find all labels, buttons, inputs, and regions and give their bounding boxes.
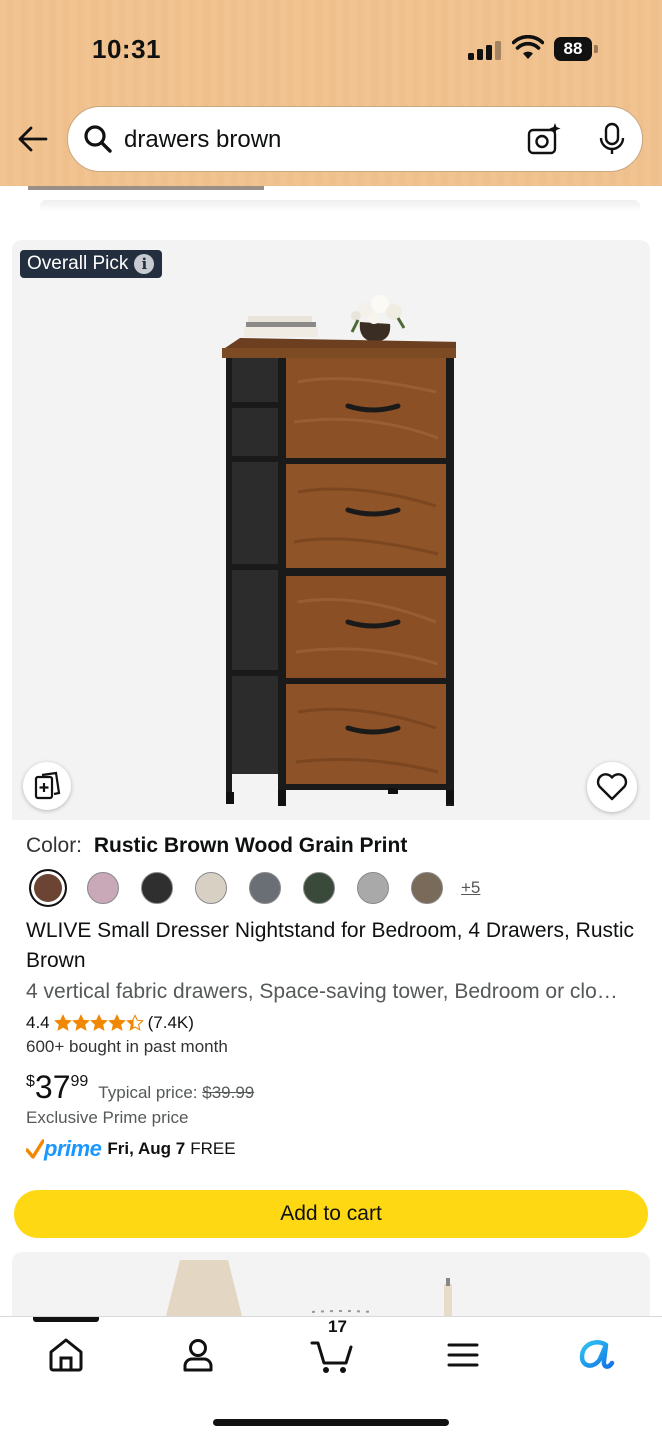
star-icon	[89, 1014, 108, 1031]
color-selection: Color: Rustic Brown Wood Grain Print	[26, 834, 407, 858]
product-image-area[interactable]: Overall Pick i	[12, 240, 650, 820]
swatch[interactable]	[141, 872, 173, 904]
star-icon	[107, 1014, 126, 1031]
info-icon[interactable]: i	[134, 254, 155, 274]
swatch[interactable]	[87, 872, 119, 904]
add-to-cart-button[interactable]: Add to cart	[14, 1190, 648, 1238]
product-title[interactable]: WLIVE Small Dresser Nightstand for Bedro…	[26, 916, 642, 976]
compare-icon	[34, 771, 61, 800]
previous-result-edge	[28, 186, 264, 190]
swatch[interactable]	[249, 872, 281, 904]
product-image[interactable]	[208, 292, 456, 810]
swatch[interactable]	[195, 872, 227, 904]
swatch[interactable]	[303, 872, 335, 904]
cart-count: 17	[328, 1317, 347, 1336]
star-icon	[71, 1014, 90, 1031]
price: $ 37 99 Typical price: $39.99	[26, 1068, 254, 1108]
typical-price-label: Typical price:	[98, 1083, 198, 1102]
account-icon[interactable]	[178, 1335, 218, 1375]
battery-indicator: 88	[554, 37, 592, 61]
product-card[interactable]: Overall Pick i Color: Rustic Brown Wood …	[12, 240, 650, 1240]
rufus-icon[interactable]	[576, 1335, 616, 1375]
compare-button[interactable]	[23, 762, 71, 810]
cart-icon[interactable]	[310, 1335, 354, 1375]
typical-price-value: $39.99	[202, 1083, 255, 1102]
previous-result-shadow	[40, 200, 640, 212]
active-tab-indicator	[33, 1317, 99, 1322]
prime-logo: prime	[44, 1136, 102, 1161]
swatch[interactable]	[357, 872, 389, 904]
rating-row[interactable]: 4.4 (7.4K)	[26, 1012, 194, 1034]
color-swatches: +5	[29, 869, 499, 907]
exclusive-prime-price: Exclusive Prime price	[26, 1108, 189, 1127]
price-symbol: $	[26, 1073, 35, 1090]
more-swatches-link[interactable]: +5	[461, 878, 480, 898]
delivery-row: prime Fri, Aug 7 FREE	[26, 1134, 236, 1164]
prime-check-icon	[26, 1139, 44, 1159]
swatch[interactable]	[411, 872, 443, 904]
badge-label: Overall Pick	[27, 253, 129, 274]
next-product-card[interactable]	[12, 1252, 650, 1322]
overall-pick-badge[interactable]: Overall Pick i	[20, 250, 163, 278]
top-header: 10:31 88	[0, 0, 662, 186]
wishlist-button[interactable]	[587, 762, 637, 812]
search-bar[interactable]	[67, 106, 643, 172]
rating-value: 4.4	[26, 1013, 50, 1032]
search-input[interactable]	[124, 124, 504, 156]
product-subtitle: 4 vertical fabric drawers, Space-saving …	[26, 980, 618, 1003]
color-label: Color:	[26, 834, 83, 857]
status-time: 10:31	[92, 34, 161, 64]
menu-icon[interactable]	[443, 1335, 483, 1375]
cellular-signal-icon	[468, 40, 502, 60]
swatch-selected[interactable]	[29, 869, 67, 907]
rating-stars	[53, 1014, 144, 1032]
battery-cap	[594, 45, 598, 53]
home-indicator	[213, 1419, 449, 1426]
back-arrow-icon[interactable]	[16, 122, 50, 156]
star-icon	[53, 1014, 72, 1031]
home-icon[interactable]	[46, 1335, 86, 1375]
price-fraction: 99	[70, 1073, 89, 1090]
bottom-navigation: 17	[0, 1316, 662, 1440]
camera-search-icon[interactable]	[526, 121, 562, 157]
price-whole: 37	[34, 1069, 71, 1105]
review-count[interactable]: (7.4K)	[148, 1013, 194, 1033]
search-icon[interactable]	[82, 123, 114, 155]
star-icon	[125, 1014, 144, 1031]
microphone-icon[interactable]	[594, 121, 630, 157]
wifi-icon	[512, 35, 544, 59]
typical-price: Typical price: $39.99	[98, 1083, 254, 1103]
delivery-date: Fri, Aug 7	[107, 1139, 186, 1158]
next-product-image	[166, 1260, 452, 1316]
heart-icon	[596, 773, 628, 801]
delivery-cost: FREE	[190, 1139, 236, 1158]
bought-count: 600+ bought in past month	[26, 1037, 228, 1056]
color-value: Rustic Brown Wood Grain Print	[93, 834, 408, 857]
